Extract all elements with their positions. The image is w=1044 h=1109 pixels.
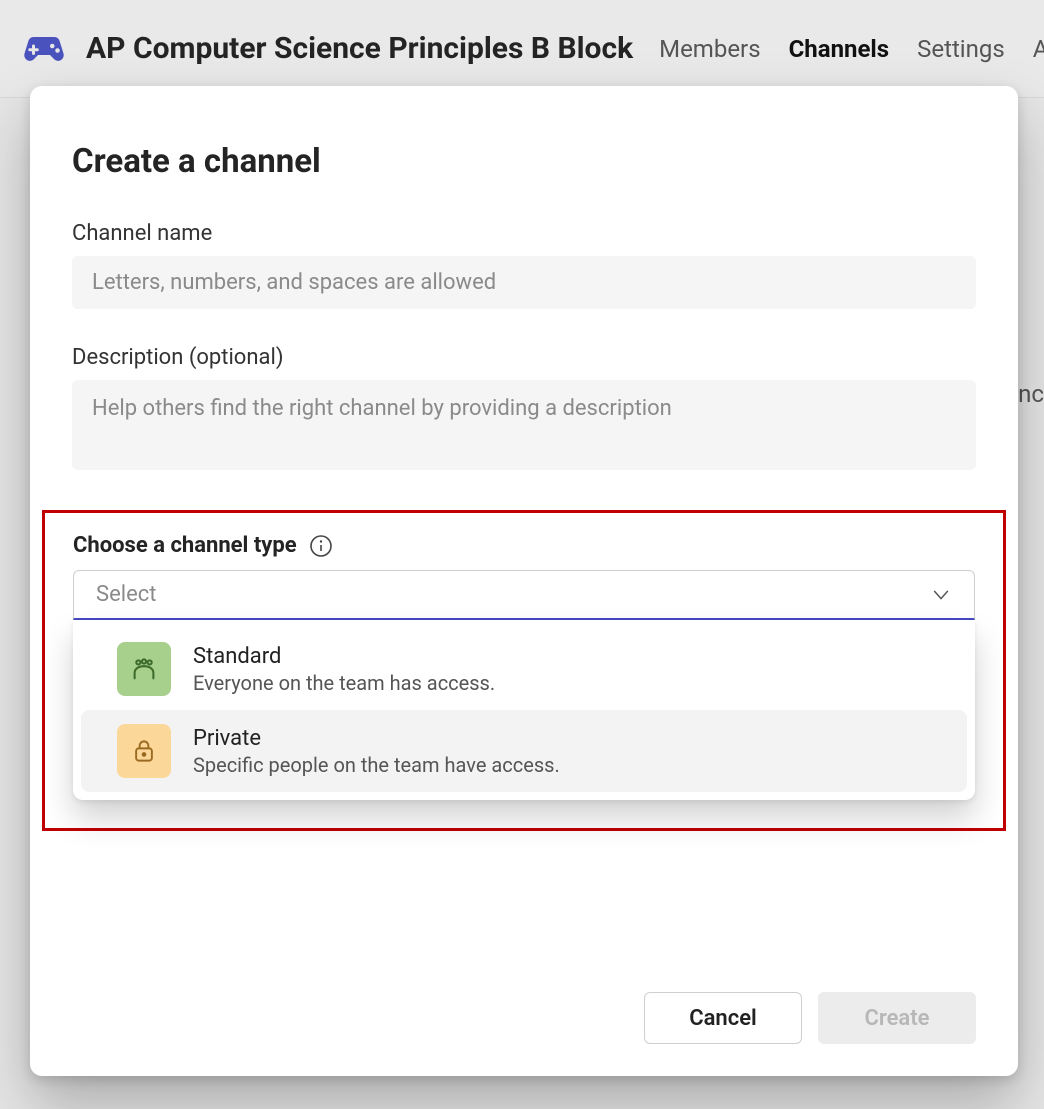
channel-type-select-placeholder: Select bbox=[96, 582, 156, 607]
page-header: AP Computer Science Principles B Block M… bbox=[0, 0, 1044, 98]
dialog-footer: Cancel Create bbox=[72, 972, 976, 1044]
channel-type-dropdown: Standard Everyone on the team has access… bbox=[73, 620, 975, 800]
people-icon bbox=[117, 642, 171, 696]
dialog-title: Create a channel bbox=[72, 142, 976, 181]
channel-name-field: Channel name bbox=[72, 221, 976, 309]
channel-description-input[interactable] bbox=[72, 380, 976, 470]
cancel-button[interactable]: Cancel bbox=[644, 992, 802, 1044]
tab-channels[interactable]: Channels bbox=[789, 35, 890, 63]
channel-name-input[interactable] bbox=[72, 256, 976, 309]
channel-type-label: Choose a channel type bbox=[73, 533, 297, 558]
channel-description-label: Description (optional) bbox=[72, 345, 976, 370]
gamepad-icon bbox=[20, 25, 68, 73]
channel-type-option-standard[interactable]: Standard Everyone on the team has access… bbox=[81, 628, 967, 710]
create-button: Create bbox=[818, 992, 976, 1044]
channel-type-section-highlight: Choose a channel type Select bbox=[42, 510, 1006, 831]
tab-members[interactable]: Members bbox=[659, 35, 760, 63]
option-standard-title: Standard bbox=[193, 644, 495, 669]
channel-name-label: Channel name bbox=[72, 221, 976, 246]
info-icon[interactable] bbox=[309, 534, 333, 558]
option-private-desc: Specific people on the team have access. bbox=[193, 753, 560, 777]
tab-settings[interactable]: Settings bbox=[917, 35, 1005, 63]
team-title: AP Computer Science Principles B Block bbox=[86, 31, 633, 66]
chevron-down-icon bbox=[930, 584, 952, 606]
channel-description-field: Description (optional) bbox=[72, 345, 976, 474]
option-standard-desc: Everyone on the team has access. bbox=[193, 671, 495, 695]
channel-type-select[interactable]: Select bbox=[73, 570, 975, 620]
create-channel-dialog: Create a channel Channel name Descriptio… bbox=[30, 86, 1018, 1076]
channel-type-option-private[interactable]: Private Specific people on the team have… bbox=[81, 710, 967, 792]
option-private-title: Private bbox=[193, 726, 560, 751]
lock-icon bbox=[117, 724, 171, 778]
tab-more-truncated[interactable]: An bbox=[1033, 35, 1044, 63]
